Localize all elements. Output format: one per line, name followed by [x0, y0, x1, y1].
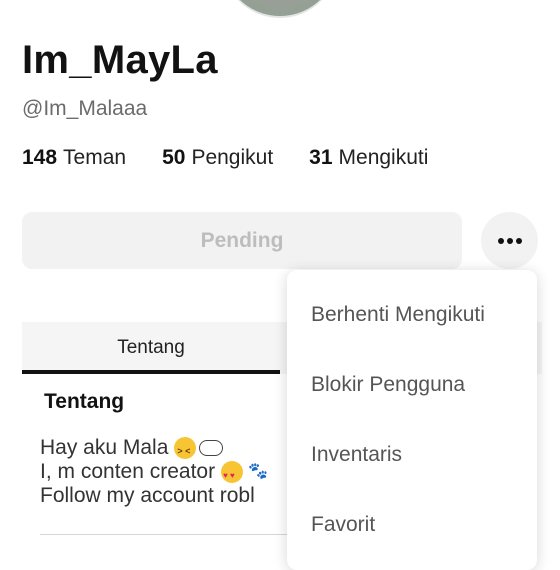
thought-bubble-icon	[199, 440, 224, 456]
pending-button[interactable]: Pending	[22, 212, 462, 269]
more-options-menu: Berhenti Mengikuti Blokir Pengguna Inven…	[287, 270, 537, 570]
stat-followers[interactable]: 50 Pengikut	[162, 146, 273, 170]
tab-about[interactable]: Tentang	[22, 322, 280, 374]
bio-line: I, m conten creator 🐾	[40, 460, 290, 488]
bio-line-text: Hay aku Mala	[40, 436, 169, 459]
stat-friends-count: 148	[22, 146, 58, 169]
heart-eyes-emoji-icon	[221, 461, 244, 488]
stat-friends-label: Teman	[63, 146, 127, 169]
about-section-title: Tentang	[44, 390, 125, 413]
bio-text: Hay aku Mala I, m conten creator 🐾 Follo…	[40, 436, 290, 508]
stat-followers-count: 50	[162, 146, 186, 169]
menu-item-inventory[interactable]: Inventaris	[311, 443, 402, 467]
stat-followers-label: Pengikut	[191, 146, 274, 169]
stat-following[interactable]: 31 Mengikuti	[309, 146, 428, 170]
paw-prints-icon: 🐾	[248, 463, 268, 480]
menu-item-unfollow[interactable]: Berhenti Mengikuti	[311, 303, 485, 327]
bio-line: Follow my account robl	[40, 484, 290, 508]
profile-stats: 148 Teman 50 Pengikut 31 Mengikuti	[22, 146, 464, 170]
active-tab-indicator	[22, 370, 280, 374]
stat-following-count: 31	[309, 146, 333, 169]
menu-item-favorites[interactable]: Favorit	[311, 513, 375, 537]
username: @Im_Malaaa	[22, 97, 148, 120]
display-name: Im_MayLa	[22, 38, 218, 82]
ellipsis-icon	[497, 237, 522, 244]
stat-friends[interactable]: 148 Teman	[22, 146, 126, 170]
avatar[interactable]	[222, 0, 338, 16]
menu-item-block-user[interactable]: Blokir Pengguna	[311, 373, 465, 397]
bio-line: Hay aku Mala	[40, 436, 290, 463]
more-options-button[interactable]	[481, 212, 538, 269]
divider	[40, 534, 290, 535]
laughing-emoji-icon	[174, 437, 197, 463]
bio-line-text: I, m conten creator	[40, 460, 216, 483]
stat-following-label: Mengikuti	[338, 146, 429, 169]
